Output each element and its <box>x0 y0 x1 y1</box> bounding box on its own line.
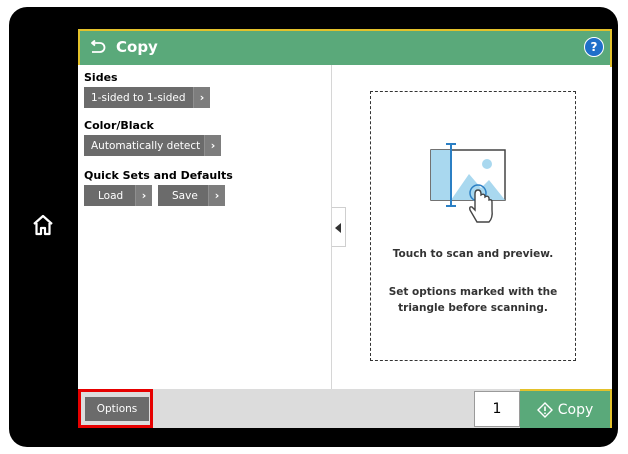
preview-note: Set options marked with the triangle bef… <box>388 286 558 314</box>
load-button[interactable]: Load › <box>84 185 152 206</box>
header-corner-left <box>78 31 86 67</box>
color-button[interactable]: Automatically detect › <box>84 135 221 156</box>
copy-start-icon <box>536 401 553 418</box>
copy-screen: Copy ? Sides 1-sided to 1-sided › Color/… <box>78 29 612 428</box>
color-value: Automatically detect <box>91 139 201 152</box>
sides-label: Sides <box>84 71 118 84</box>
chevron-right-icon: › <box>204 135 221 156</box>
help-icon[interactable]: ? <box>584 37 604 57</box>
save-label: Save <box>172 189 198 202</box>
save-button[interactable]: Save › <box>158 185 225 206</box>
copies-count-field[interactable]: 1 <box>474 391 520 427</box>
home-icon[interactable] <box>31 213 55 237</box>
chevron-right-icon: › <box>135 185 152 206</box>
sides-button[interactable]: 1-sided to 1-sided › <box>84 87 210 108</box>
page-title: Copy <box>116 38 158 56</box>
back-arrow-icon[interactable] <box>88 39 106 56</box>
footer-bar: Options 1 Copy <box>78 389 612 428</box>
collapse-pane-tab[interactable] <box>332 207 346 247</box>
preview-instruction: Touch to scan and preview. <box>392 248 554 260</box>
settings-pane: Sides 1-sided to 1-sided › Color/Black A… <box>78 65 331 389</box>
load-label: Load <box>98 189 124 202</box>
options-button[interactable]: Options <box>85 397 149 421</box>
chevron-right-icon: › <box>208 185 225 206</box>
quicksets-label: Quick Sets and Defaults <box>84 169 233 182</box>
color-label: Color/Black <box>84 119 154 132</box>
copy-start-button[interactable]: Copy <box>520 389 612 428</box>
preview-area[interactable]: Touch to scan and preview. Set options m… <box>370 91 576 361</box>
collapse-arrow-icon <box>335 223 341 233</box>
chevron-right-icon: › <box>193 87 210 108</box>
scan-preview-icon <box>429 140 519 230</box>
header-bar: Copy ? <box>78 29 612 67</box>
copy-label: Copy <box>557 401 594 418</box>
header-corner-right <box>604 31 612 67</box>
sides-value: 1-sided to 1-sided <box>91 91 186 104</box>
